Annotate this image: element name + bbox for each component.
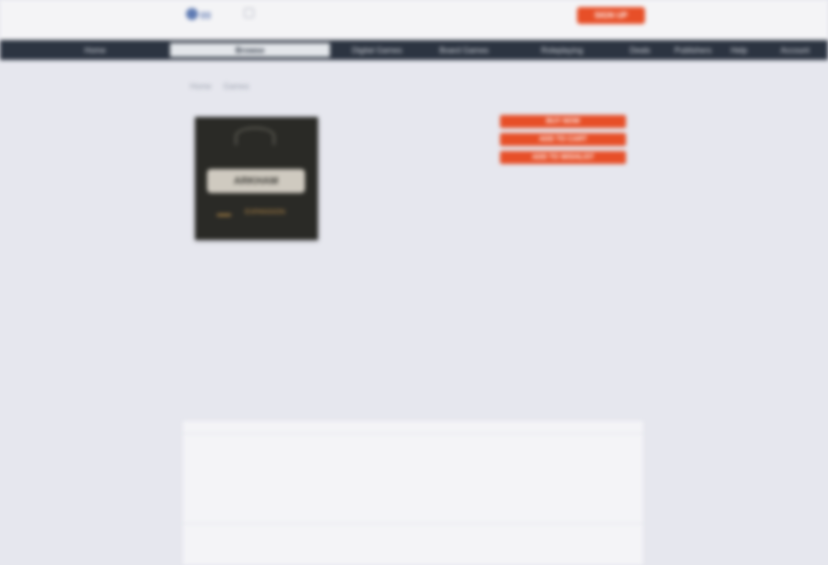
recommend-heading: [318, 270, 510, 290]
product-meta: [345, 182, 425, 191]
purchase-note: [515, 196, 610, 205]
logo-text: gg: [200, 9, 211, 19]
list-item[interactable]: [388, 490, 448, 504]
nav-item-home[interactable]: Home: [60, 43, 130, 57]
list-item[interactable]: [388, 542, 448, 556]
panel-row: [183, 523, 643, 565]
nav-item-board[interactable]: Board Games: [424, 43, 504, 57]
nav-item-rpg[interactable]: Roleplaying: [512, 43, 612, 57]
panel-group-heading: [388, 528, 448, 542]
panel-group-heading: [388, 434, 448, 448]
product-meta: [345, 166, 405, 175]
logo-icon: [186, 8, 198, 20]
list-item[interactable]: [384, 352, 444, 366]
column-heading: [539, 314, 599, 324]
nav-item-publishers[interactable]: Publishers: [668, 43, 718, 57]
breadcrumb-item[interactable]: Games: [223, 82, 249, 94]
list-item[interactable]: [388, 556, 448, 565]
product-title: [345, 110, 375, 124]
recommend-column: [384, 314, 444, 394]
list-item[interactable]: [388, 448, 448, 462]
product-cover-image[interactable]: ARKHAM EXPANSION: [195, 117, 318, 240]
list-item[interactable]: [384, 366, 444, 380]
column-heading: [384, 314, 444, 324]
list-item[interactable]: [229, 352, 289, 366]
cover-divider: [217, 214, 231, 216]
list-item[interactable]: [229, 324, 289, 338]
add-to-wishlist-button[interactable]: Add to Wishlist: [500, 151, 626, 164]
recommend-column: [539, 314, 599, 394]
nav-item-digital[interactable]: Digital Games: [348, 43, 406, 57]
nav-item-account[interactable]: Account: [770, 43, 820, 57]
cover-arch: [235, 127, 275, 145]
list-item[interactable]: [388, 476, 448, 490]
recommend-column: [229, 314, 289, 394]
list-item[interactable]: [539, 338, 599, 352]
list-item[interactable]: [229, 366, 289, 380]
top-header: gg Sign Up: [0, 0, 828, 40]
section-link[interactable]: [188, 399, 300, 411]
add-to-cart-button[interactable]: Add to Cart: [500, 133, 626, 146]
purchase-note: [515, 210, 610, 219]
nav-item-help[interactable]: Help: [724, 43, 754, 57]
cover-subtitle: EXPANSION: [244, 209, 286, 216]
panel-row: [183, 433, 643, 523]
product-description: [345, 200, 467, 230]
signup-button[interactable]: Sign Up: [577, 7, 645, 24]
list-item[interactable]: [539, 352, 599, 366]
product-meta: [345, 134, 435, 143]
main-nav: Home Browse Digital Games Board Games Ro…: [0, 40, 828, 60]
list-item[interactable]: [384, 338, 444, 352]
list-item[interactable]: [384, 324, 444, 338]
cover-title: ARKHAM: [207, 169, 305, 193]
nav-item-browse[interactable]: Browse: [170, 43, 330, 57]
nav-item-deals[interactable]: Deals: [620, 43, 660, 57]
list-item[interactable]: [539, 366, 599, 380]
buy-now-button[interactable]: Buy Now: [500, 115, 626, 128]
list-item[interactable]: [539, 324, 599, 338]
menu-icon[interactable]: [244, 8, 254, 18]
breadcrumb: Home Games: [190, 82, 310, 94]
product-meta: [345, 150, 415, 159]
column-heading: [229, 314, 289, 324]
list-item[interactable]: [229, 338, 289, 352]
details-panel: [183, 421, 643, 565]
list-item[interactable]: [388, 462, 448, 476]
site-logo[interactable]: gg: [186, 6, 218, 22]
breadcrumb-item[interactable]: Home: [190, 82, 211, 94]
